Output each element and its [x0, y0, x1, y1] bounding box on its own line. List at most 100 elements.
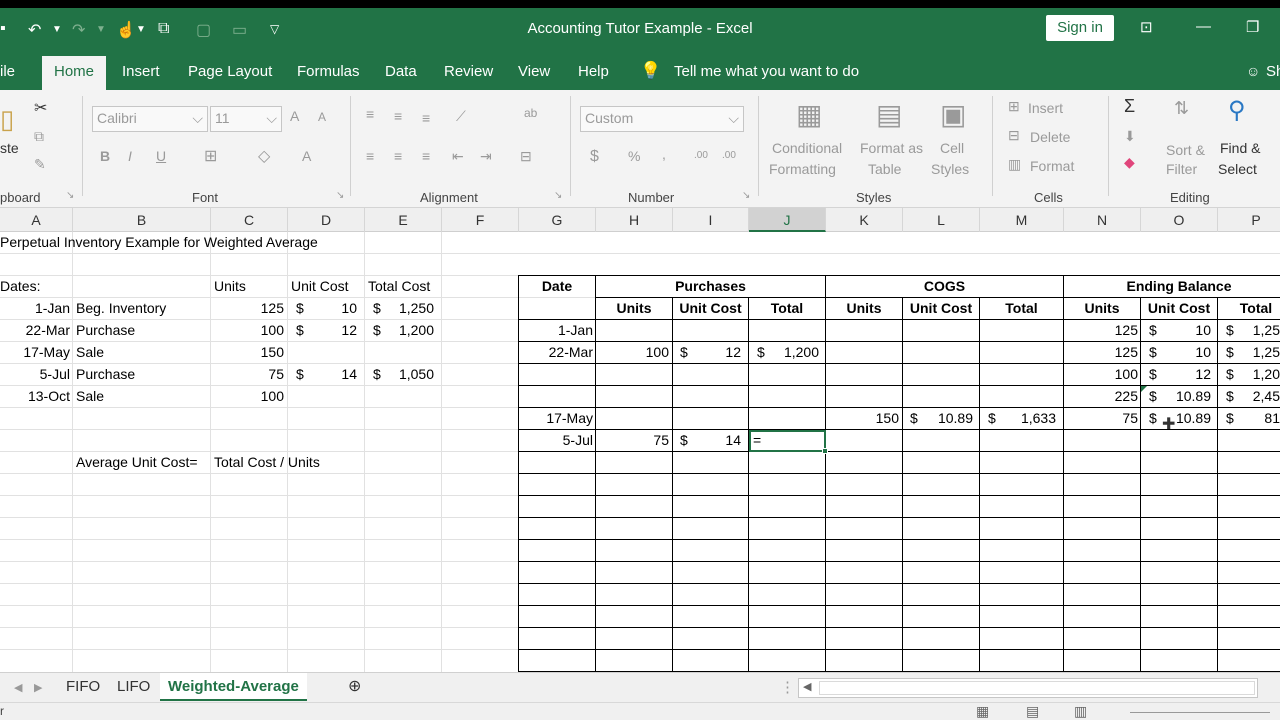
column-header[interactable]: N — [1064, 208, 1141, 232]
accounting-format-button[interactable]: $ — [590, 148, 599, 166]
column-header[interactable]: H — [596, 208, 673, 232]
delete-cells-button[interactable]: Delete — [1030, 129, 1070, 145]
top-align-icon[interactable]: ≡ — [366, 106, 374, 122]
split-handle-icon[interactable]: ⋮ — [780, 678, 795, 696]
increase-decimal-button[interactable]: .00 — [694, 150, 708, 161]
insert-cells-icon[interactable]: ⊞ — [1008, 98, 1020, 115]
tab-review[interactable]: Review — [444, 63, 493, 80]
find-select-label[interactable]: Find & — [1220, 140, 1260, 156]
number-format-combo[interactable]: Custom ⌵ — [580, 106, 744, 132]
autosum-button[interactable]: Σ — [1124, 96, 1135, 117]
next-sheet-icon[interactable]: ▶ — [34, 681, 42, 694]
tab-home[interactable]: Home — [42, 56, 107, 90]
underline-button[interactable]: U — [156, 148, 166, 164]
page-layout-view-icon[interactable]: ▤ — [1026, 703, 1039, 720]
paste-icon[interactable]: ▯ — [0, 104, 14, 135]
column-header[interactable]: G — [519, 208, 596, 232]
comma-button[interactable]: , — [662, 146, 666, 162]
orientation-icon[interactable]: ⟋ — [456, 108, 466, 125]
column-header[interactable]: F — [442, 208, 519, 232]
cell-styles-label[interactable]: Cell — [940, 140, 964, 156]
format-cells-icon[interactable]: ▥ — [1008, 156, 1021, 173]
format-as-table-label[interactable]: Format as — [860, 140, 923, 156]
fill-icon[interactable]: ⬇ — [1124, 128, 1136, 145]
delete-cells-icon[interactable]: ⊟ — [1008, 127, 1020, 144]
sheet-tab-lifo[interactable]: LIFO — [117, 678, 150, 695]
search-icon[interactable]: ⚲ — [1228, 96, 1246, 125]
clear-icon[interactable]: ◆ — [1124, 154, 1135, 171]
fill-handle[interactable] — [822, 448, 828, 454]
cell-styles-label-2[interactable]: Styles — [931, 161, 969, 177]
conditional-formatting-label[interactable]: Conditional — [772, 140, 842, 156]
scroll-left-icon[interactable]: ◀ — [803, 680, 811, 693]
merge-center-icon[interactable]: ⊟ — [520, 148, 532, 165]
tab-insert[interactable]: Insert — [122, 63, 160, 80]
sign-in-button[interactable]: Sign in — [1046, 15, 1114, 41]
italic-button[interactable]: I — [128, 148, 132, 164]
sort-filter-label-2[interactable]: Filter — [1166, 161, 1197, 177]
conditional-formatting-icon[interactable]: ▦ — [796, 98, 822, 131]
grow-font-icon[interactable]: A — [290, 108, 299, 124]
align-left-icon[interactable]: ≡ — [366, 148, 374, 164]
format-as-table-icon[interactable]: ▤ — [876, 98, 902, 131]
decrease-indent-icon[interactable]: ⇤ — [452, 148, 464, 165]
column-header[interactable]: O — [1141, 208, 1218, 232]
format-as-table-label-2[interactable]: Table — [868, 161, 901, 177]
column-header[interactable]: M — [980, 208, 1064, 232]
percent-button[interactable]: % — [628, 148, 640, 164]
tab-formulas[interactable]: Formulas — [297, 63, 360, 80]
column-header[interactable]: K — [826, 208, 903, 232]
person-icon[interactable]: ☺ — [1246, 63, 1260, 79]
column-header[interactable]: E — [365, 208, 442, 232]
decrease-decimal-button[interactable]: .00 — [722, 150, 736, 161]
cut-icon[interactable]: ✂ — [34, 98, 47, 118]
minimize-icon[interactable]: — — [1196, 18, 1211, 35]
tab-view[interactable]: View — [518, 63, 550, 80]
new-sheet-icon[interactable]: ⊕ — [348, 676, 361, 696]
align-center-icon[interactable]: ≡ — [394, 148, 402, 164]
column-header[interactable]: P — [1218, 208, 1280, 232]
shrink-font-icon[interactable]: A — [318, 110, 326, 124]
format-cells-button[interactable]: Format — [1030, 158, 1074, 174]
worksheet-grid[interactable]: Perpetual Inventory Example for Weighted… — [0, 232, 1280, 672]
zoom-slider[interactable] — [1130, 712, 1270, 713]
tab-data[interactable]: Data — [385, 63, 417, 80]
align-right-icon[interactable]: ≡ — [422, 148, 430, 164]
increase-indent-icon[interactable]: ⇥ — [480, 148, 492, 165]
alignment-launcher-icon[interactable]: ↘ — [554, 190, 562, 201]
conditional-formatting-label-2[interactable]: Formatting — [769, 161, 836, 177]
clipboard-launcher-icon[interactable]: ↘ — [66, 190, 74, 201]
tell-me-search[interactable]: Tell me what you want to do — [674, 63, 859, 80]
format-painter-icon[interactable]: ✎ — [34, 156, 46, 173]
previous-sheet-icon[interactable]: ◀ — [14, 681, 22, 694]
sort-filter-icon[interactable]: ⇅ — [1174, 98, 1189, 119]
page-break-view-icon[interactable]: ▥ — [1074, 703, 1087, 720]
column-header-selected[interactable]: J — [749, 208, 826, 232]
font-launcher-icon[interactable]: ↘ — [336, 190, 344, 201]
cell-styles-icon[interactable]: ▣ — [940, 98, 966, 131]
tab-help[interactable]: Help — [578, 63, 609, 80]
copy-icon[interactable]: ⧉ — [34, 128, 44, 145]
active-cell[interactable] — [749, 430, 826, 452]
column-header[interactable]: D — [288, 208, 365, 232]
font-color-button[interactable]: A — [302, 148, 311, 164]
font-size-combo[interactable]: 11 ⌵ — [210, 106, 282, 132]
wrap-text-icon[interactable]: ab — [524, 106, 537, 120]
borders-icon[interactable]: ⊞ — [204, 146, 217, 166]
sheet-tab-weighted-average[interactable]: Weighted-Average — [160, 673, 307, 701]
tab-page-layout[interactable]: Page Layout — [188, 63, 272, 80]
restore-icon[interactable]: ❐ — [1246, 18, 1259, 36]
fill-color-icon[interactable]: ◇ — [258, 146, 270, 166]
sheet-tab-fifo[interactable]: FIFO — [66, 678, 100, 695]
bottom-align-icon[interactable]: ≡ — [422, 110, 430, 126]
share-button[interactable]: Sh — [1266, 63, 1280, 80]
scrollbar-thumb[interactable] — [819, 681, 1255, 695]
column-header[interactable]: A — [0, 208, 73, 232]
bold-button[interactable]: B — [100, 148, 110, 164]
horizontal-scrollbar[interactable]: ◀ — [798, 678, 1258, 698]
number-launcher-icon[interactable]: ↘ — [742, 190, 750, 201]
column-header[interactable]: C — [211, 208, 288, 232]
tab-file[interactable]: ile — [0, 63, 15, 80]
column-header[interactable]: I — [673, 208, 749, 232]
insert-cells-button[interactable]: Insert — [1028, 100, 1063, 116]
